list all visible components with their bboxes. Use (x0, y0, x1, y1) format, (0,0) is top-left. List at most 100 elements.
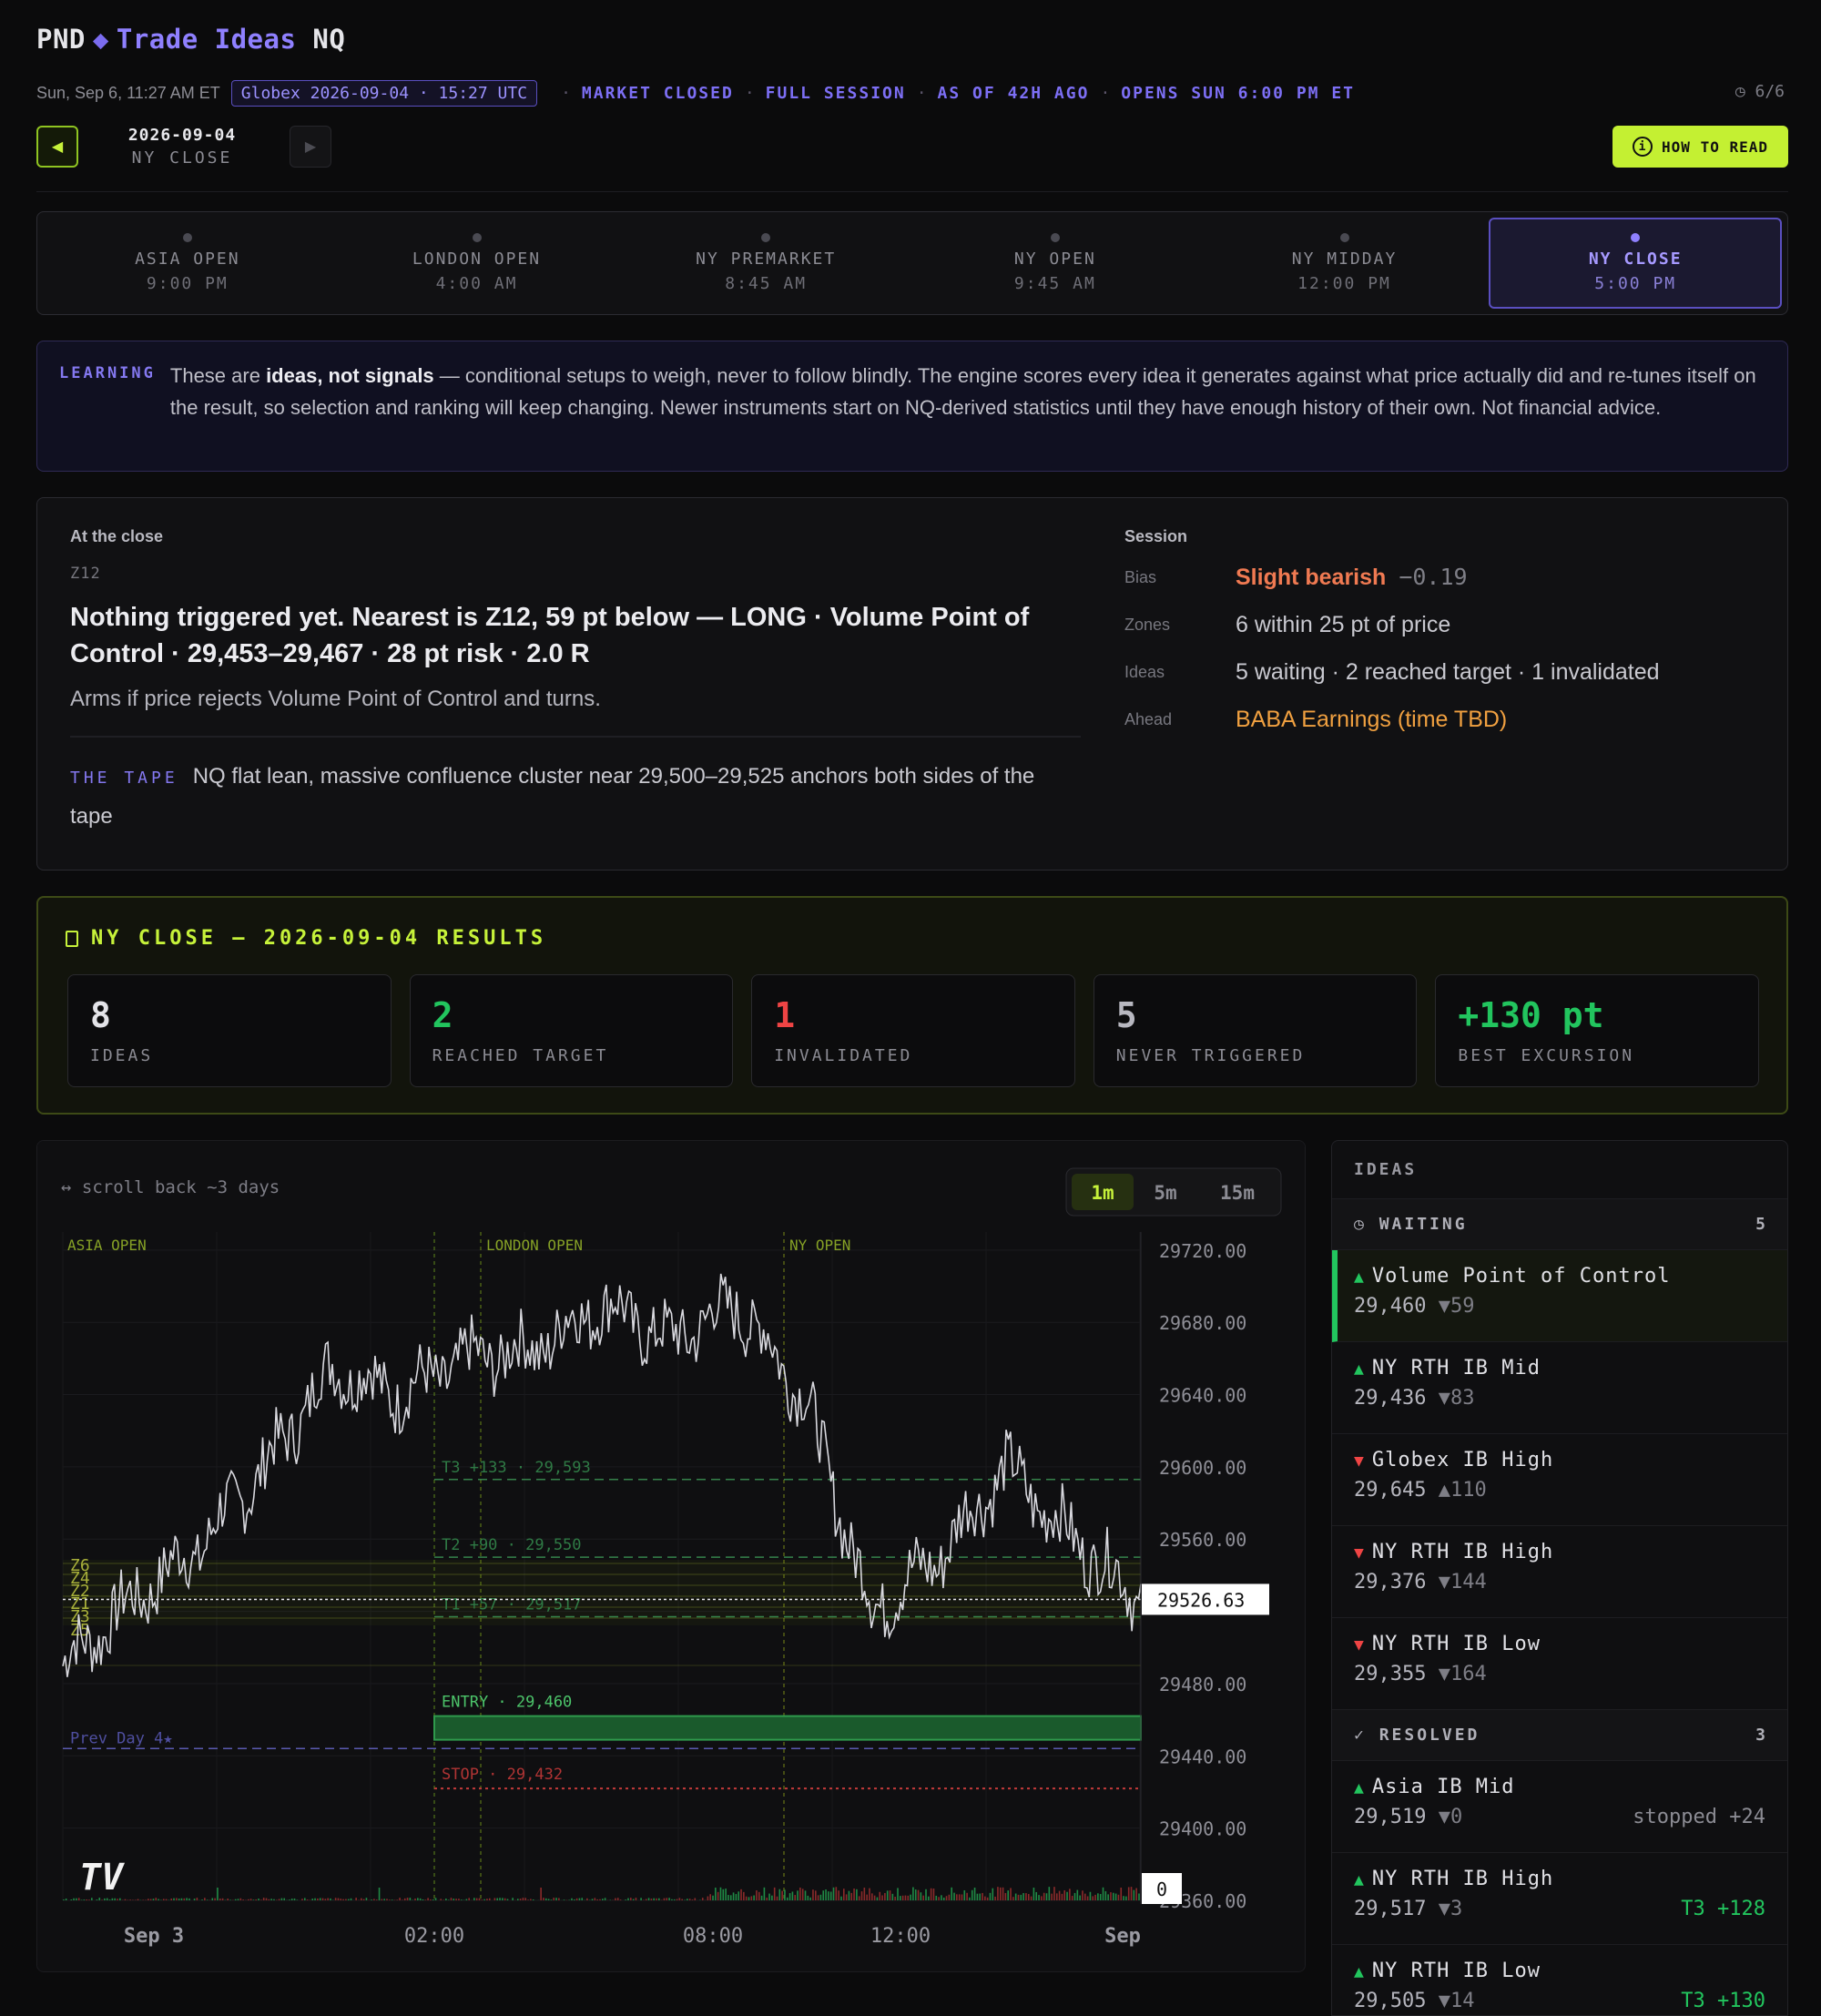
close-subtext: Arms if price rejects Volume Point of Co… (70, 687, 601, 711)
volume-bar (317, 1898, 319, 1900)
idea-price: 29,645 (1354, 1479, 1427, 1502)
volume-bar (434, 1898, 437, 1900)
volume-bar (80, 1899, 83, 1900)
idea-distance: ▼14 (1438, 1990, 1475, 2012)
volume-bar (111, 1898, 114, 1900)
volume-bar (717, 1891, 719, 1900)
tab-ny-open[interactable]: NY OPEN 9:45 AM (910, 218, 1200, 309)
volume-bar (920, 1892, 922, 1900)
volume-bar (1022, 1893, 1024, 1900)
volume-bar (1094, 1894, 1096, 1900)
volume-bar (729, 1895, 732, 1900)
volume-bar (1099, 1894, 1102, 1900)
volume-bar (1048, 1887, 1051, 1900)
volume-bar (1138, 1893, 1140, 1900)
volume-bar (691, 1899, 694, 1900)
waiting-group-header[interactable]: ◷ WAITING 5 (1332, 1199, 1787, 1250)
idea-item[interactable]: ▲ Asia IB Mid 29,519 ▼0 stopped +24 (1332, 1761, 1787, 1853)
idea-distance: ▼164 (1438, 1663, 1487, 1685)
volume-bar (640, 1898, 642, 1900)
timeframe-15m-button[interactable]: 15m (1220, 1182, 1255, 1204)
volume-bar (129, 1899, 131, 1900)
idea-item[interactable]: ▼ NY RTH IB High 29,376 ▼144 (1332, 1526, 1787, 1618)
tab-ny-midday[interactable]: NY MIDDAY 12:00 PM (1200, 218, 1490, 309)
volume-bar (365, 1898, 368, 1900)
volume-bar (879, 1891, 881, 1900)
bias-row: Bias Slight bearish −0.19 (1124, 564, 1468, 590)
timeframe-1m-button[interactable]: 1m (1091, 1182, 1114, 1204)
volume-bar (342, 1899, 344, 1900)
tab-asia-open[interactable]: ASIA OPEN 9:00 PM (43, 218, 332, 309)
target-label-t3: T3 +133 · 29,593 (442, 1459, 591, 1477)
tab-ny-premarket[interactable]: NY PREMARKET 8:45 AM (621, 218, 910, 309)
idea-item[interactable]: ▲ Volume Point of Control 29,460 ▼59 (1332, 1250, 1787, 1342)
price-chart[interactable]: ↔ scroll back ~3 days 1m 5m 15m ASIA OPEN LON… (37, 1141, 1306, 1972)
volume-bar (997, 1887, 999, 1900)
volume-bar (766, 1897, 768, 1900)
idea-item[interactable]: ▼ Globex IB High 29,645 ▲110 (1332, 1434, 1787, 1526)
volume-bar (104, 1898, 106, 1900)
volume-bar (458, 1899, 460, 1900)
volume-bar (555, 1898, 557, 1900)
price-chart-panel[interactable]: ↔ scroll back ~3 days 1m 5m 15m ASIA OPEN LON… (36, 1140, 1306, 1972)
volume-bar (290, 1899, 293, 1900)
globex-time-badge: Globex 2026-09-04 · 15:27 UTC (230, 79, 538, 107)
volume-bar (750, 1896, 753, 1900)
volume-bar (819, 1894, 822, 1900)
volume-bar (625, 1899, 626, 1900)
volume-bar (419, 1898, 422, 1900)
volume-bar (275, 1899, 278, 1900)
volume-bar (101, 1899, 103, 1900)
volume-bar (647, 1898, 650, 1900)
volume-bar (373, 1899, 375, 1900)
volume-bar (553, 1898, 555, 1900)
volume-bar (211, 1898, 214, 1900)
volume-bar (486, 1899, 488, 1900)
prev-session-button[interactable]: ◀ (36, 126, 78, 168)
volume-bar (512, 1898, 514, 1900)
triangle-up-icon: ▲ (1354, 1778, 1365, 1797)
idea-item[interactable]: ▼ NY RTH IB Low 29,355 ▼164 (1332, 1618, 1787, 1710)
volume-bar (519, 1899, 522, 1900)
volume-bar (735, 1894, 738, 1900)
volume-bar (619, 1899, 622, 1900)
tab-ny-close[interactable]: NY CLOSE 5:00 PM (1489, 218, 1783, 309)
volume-bar (804, 1890, 807, 1900)
timeframe-5m-button[interactable]: 5m (1154, 1182, 1176, 1204)
next-session-button[interactable]: ▶ (290, 126, 331, 168)
how-to-read-button[interactable]: i HOW TO READ (1612, 126, 1788, 168)
volume-bar (399, 1898, 401, 1900)
volume-bar (829, 1891, 832, 1900)
volume-bar (1058, 1890, 1061, 1900)
idea-item[interactable]: ▲ NY RTH IB High 29,517 ▼3 T3 +128 (1332, 1853, 1787, 1945)
close-heading: At the close (70, 527, 164, 545)
volume-bar (599, 1899, 601, 1900)
zones-row: Zones 6 within 25 pt of price (1124, 611, 1451, 637)
volume-bar (773, 1887, 776, 1900)
idea-name: NY RTH IB High (1371, 1541, 1554, 1563)
idea-item[interactable]: ▲ NY RTH IB Mid 29,436 ▼83 (1332, 1342, 1787, 1434)
session-label-ny-open: NY OPEN (789, 1237, 850, 1254)
ahead-event-link[interactable]: BABA Earnings (time TBD) (1236, 707, 1507, 733)
resolved-group-header[interactable]: ✓ RESOLVED 3 (1332, 1710, 1787, 1761)
volume-bar (321, 1898, 324, 1900)
idea-distance: ▼83 (1438, 1387, 1475, 1410)
volume-bar (884, 1892, 886, 1900)
volume-bar (273, 1899, 275, 1900)
volume-bar (1125, 1896, 1127, 1900)
volume-bar (249, 1899, 252, 1900)
status-dot-icon (1631, 233, 1641, 242)
volume-bar (866, 1894, 868, 1900)
volume-bar (684, 1899, 686, 1900)
volume-bar (227, 1898, 229, 1900)
tab-london-open[interactable]: LONDON OPEN 4:00 AM (332, 218, 622, 309)
volume-bar (578, 1898, 581, 1900)
status-dot-icon (182, 233, 192, 242)
volume-bar (748, 1897, 750, 1900)
volume-bar (544, 1898, 547, 1900)
caret-right-icon: ▶ (304, 139, 317, 155)
idea-item[interactable]: ▲ NY RTH IB Low 29,505 ▼14 T3 +130 (1332, 1945, 1787, 2015)
volume-bar (1110, 1892, 1112, 1900)
volume-bar (543, 1898, 544, 1900)
y-tick-label: 29480.00 (1159, 1674, 1246, 1695)
